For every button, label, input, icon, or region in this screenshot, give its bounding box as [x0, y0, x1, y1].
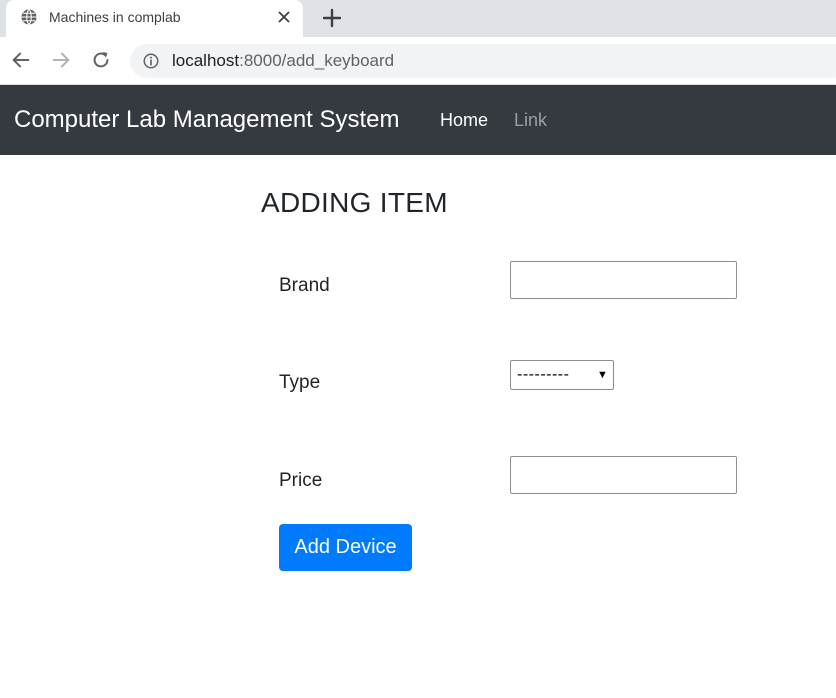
app-navbar: Computer Lab Management System Home Link [0, 85, 836, 155]
arrow-left-icon[interactable] [10, 49, 32, 71]
type-select-value: --------- [517, 366, 570, 383]
brand-label: Brand [279, 275, 330, 296]
nav-link-home[interactable]: Home [440, 110, 488, 131]
add-device-button[interactable]: Add Device [279, 524, 412, 571]
navbar-brand[interactable]: Computer Lab Management System [14, 106, 400, 134]
tab-title: Machines in complab [49, 9, 181, 25]
browser-tab-strip: Machines in complab [0, 0, 836, 37]
type-label: Type [279, 372, 321, 393]
url-path: :8000/add_keyboard [239, 51, 395, 70]
page-title: ADDING ITEM [261, 187, 448, 218]
info-icon[interactable] [142, 52, 160, 70]
price-label: Price [279, 470, 323, 491]
plus-icon[interactable] [320, 6, 344, 30]
globe-icon [21, 9, 37, 25]
caret-down-icon: ▼ [597, 369, 608, 381]
price-input[interactable] [510, 456, 737, 494]
url-text: localhost:8000/add_keyboard [172, 51, 394, 71]
reload-icon[interactable] [90, 49, 112, 71]
url-host: localhost [172, 51, 240, 70]
address-bar[interactable]: localhost:8000/add_keyboard [130, 44, 836, 78]
brand-input[interactable] [510, 261, 737, 299]
browser-toolbar: localhost:8000/add_keyboard [0, 37, 836, 85]
close-icon[interactable] [275, 8, 293, 26]
arrow-right-icon[interactable] [50, 49, 72, 71]
nav-link-link[interactable]: Link [514, 110, 547, 131]
type-select[interactable]: --------- ▼ [510, 360, 614, 390]
browser-tab[interactable]: Machines in complab [6, 0, 303, 37]
